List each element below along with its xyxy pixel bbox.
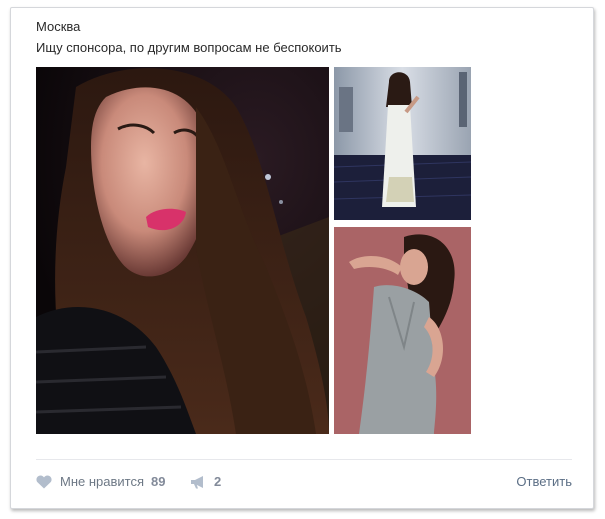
post-text: Ищу спонсора, по другим вопросам не бесп… [36,40,342,55]
share-button[interactable]: 2 [190,471,221,493]
wall-post: Москва Ищу спонсора, по другим вопросам … [10,7,594,509]
post-actions: Мне нравится 89 2 Ответить [36,471,572,493]
post-photo-selfie[interactable] [36,67,329,434]
reply-link[interactable]: Ответить [516,471,572,493]
like-count: 89 [151,474,166,489]
photo-grey-dress-image [334,227,471,434]
like-button[interactable]: Мне нравится 89 [36,471,165,493]
megaphone-icon [191,476,203,489]
photo-white-dress-image [334,67,471,220]
post-location: Москва [36,19,81,34]
share-count: 2 [214,474,222,489]
post-photo-grey-dress[interactable] [334,227,471,434]
heart-icon [36,475,52,489]
post-divider [36,459,572,460]
post-photo-white-dress[interactable] [334,67,471,220]
like-label: Мне нравится [60,474,145,489]
photo-selfie-image [36,67,329,434]
